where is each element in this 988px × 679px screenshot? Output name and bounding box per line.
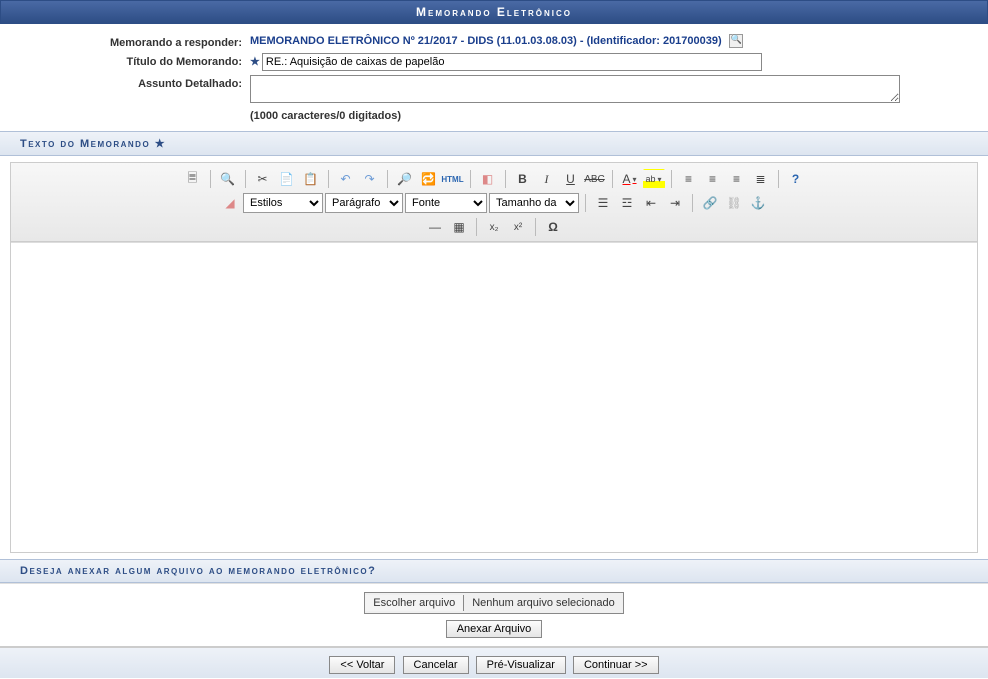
replace-icon[interactable]: 🔁 [418, 169, 440, 189]
section-anexar-label: Deseja anexar algum arquivo ao memorando… [20, 565, 376, 577]
label-responder: Memorando a responder: [20, 34, 250, 49]
numbered-list-icon[interactable]: ☲ [616, 193, 638, 213]
copy-icon[interactable]: 📄 [276, 169, 298, 189]
label-assunto: Assunto Detalhado: [20, 75, 250, 90]
page-title-bar: Memorando Eletrônico [0, 0, 988, 24]
styles-select[interactable]: Estilos [243, 193, 323, 213]
remove-format-icon[interactable]: ◧ [477, 169, 499, 189]
text-color-icon[interactable]: A [619, 169, 641, 189]
cancel-button[interactable]: Cancelar [403, 656, 469, 674]
special-char-icon[interactable]: Ω [542, 217, 564, 237]
row-assunto: Assunto Detalhado: (1000 caracteres/0 di… [20, 75, 968, 122]
titulo-input[interactable] [262, 53, 762, 71]
rich-text-editor: 🗏 🔍 ✂ 📄 📋 ↶ ↷ 🔎 🔁 HTML ◧ B I U ABC A ab [10, 162, 978, 553]
table-icon[interactable]: ▦ [448, 217, 470, 237]
toolbar-separator [245, 170, 246, 188]
outdent-icon[interactable]: ⇤ [640, 193, 662, 213]
value-assunto: (1000 caracteres/0 digitados) [250, 75, 968, 122]
preview-icon[interactable]: 🔍 [217, 169, 239, 189]
toolbar-separator [535, 218, 536, 236]
subscript-icon[interactable]: x₂ [483, 217, 505, 237]
superscript-icon[interactable]: x² [507, 217, 529, 237]
find-icon[interactable]: 🔎 [394, 169, 416, 189]
underline-icon[interactable]: U [560, 169, 582, 189]
redo-icon[interactable]: ↷ [359, 169, 381, 189]
char-counter: (1000 caracteres/0 digitados) [250, 110, 968, 122]
toolbar-separator [476, 218, 477, 236]
toolbar-separator [612, 170, 613, 188]
link-icon[interactable]: 🔗 [699, 193, 721, 213]
required-star-icon: ★ [250, 56, 260, 68]
footer-buttons: << Voltar Cancelar Pré-Visualizar Contin… [0, 647, 988, 678]
value-titulo: ★ [250, 53, 968, 71]
unlink-icon[interactable]: ⛓ [723, 193, 745, 213]
section-anexar: Deseja anexar algum arquivo ao memorando… [0, 559, 988, 583]
toolbar-row-1: 🗏 🔍 ✂ 📄 📋 ↶ ↷ 🔎 🔁 HTML ◧ B I U ABC A ab [13, 167, 975, 191]
indent-icon[interactable]: ⇥ [664, 193, 686, 213]
align-left-icon[interactable]: ≡ [678, 169, 700, 189]
attach-area: Escolher arquivo Nenhum arquivo selecion… [0, 583, 988, 647]
font-size-select[interactable]: Tamanho da F [489, 193, 579, 213]
italic-icon[interactable]: I [536, 169, 558, 189]
strike-icon[interactable]: ABC [584, 169, 606, 189]
toolbar-separator [328, 170, 329, 188]
view-memo-icon[interactable] [729, 34, 743, 48]
row-responder: Memorando a responder: MEMORANDO ELETRÔN… [20, 34, 968, 49]
align-center-icon[interactable]: ≡ [702, 169, 724, 189]
anchor-icon[interactable]: ⚓ [747, 193, 769, 213]
horizontal-rule-icon[interactable]: — [424, 217, 446, 237]
toolbar-row-3: — ▦ x₂ x² Ω [13, 215, 975, 239]
eraser-icon[interactable]: ◢ [219, 193, 241, 213]
bullet-list-icon[interactable]: ☰ [592, 193, 614, 213]
choose-file-button[interactable]: Escolher arquivo [365, 595, 464, 611]
toolbar-separator [671, 170, 672, 188]
align-right-icon[interactable]: ≡ [726, 169, 748, 189]
value-responder: MEMORANDO ELETRÔNICO Nº 21/2017 - DIDS (… [250, 34, 968, 48]
assunto-textarea[interactable] [250, 75, 900, 103]
toolbar-separator [470, 170, 471, 188]
bold-icon[interactable]: B [512, 169, 534, 189]
file-none-label: Nenhum arquivo selecionado [464, 595, 622, 611]
paste-icon[interactable]: 📋 [300, 169, 322, 189]
label-titulo: Título do Memorando: [20, 53, 250, 68]
file-input[interactable]: Escolher arquivo Nenhum arquivo selecion… [364, 592, 623, 614]
page-title: Memorando Eletrônico [416, 5, 572, 19]
html-button[interactable]: HTML [442, 169, 464, 189]
help-icon[interactable]: ? [785, 169, 807, 189]
editor-toolbar: 🗏 🔍 ✂ 📄 📋 ↶ ↷ 🔎 🔁 HTML ◧ B I U ABC A ab [11, 163, 977, 242]
font-select[interactable]: Fonte [405, 193, 487, 213]
source-icon[interactable]: 🗏 [182, 169, 204, 189]
align-justify-icon[interactable]: ≣ [750, 169, 772, 189]
editor-content-area[interactable] [11, 242, 977, 552]
back-button[interactable]: << Voltar [329, 656, 395, 674]
toolbar-separator [585, 194, 586, 212]
memo-reply-link[interactable]: MEMORANDO ELETRÔNICO Nº 21/2017 - DIDS (… [250, 35, 722, 47]
section-texto-memorando: Texto do Memorando ★ [0, 131, 988, 156]
toolbar-separator [210, 170, 211, 188]
toolbar-separator [778, 170, 779, 188]
preview-button[interactable]: Pré-Visualizar [476, 656, 566, 674]
attach-file-button[interactable]: Anexar Arquivo [446, 620, 543, 638]
toolbar-row-2: ◢ Estilos Parágrafo Fonte Tamanho da F ☰… [13, 191, 975, 215]
toolbar-separator [505, 170, 506, 188]
undo-icon[interactable]: ↶ [335, 169, 357, 189]
toolbar-separator [387, 170, 388, 188]
required-star-icon: ★ [155, 138, 166, 150]
format-select[interactable]: Parágrafo [325, 193, 403, 213]
continue-button[interactable]: Continuar >> [573, 656, 659, 674]
toolbar-separator [692, 194, 693, 212]
cut-icon[interactable]: ✂ [252, 169, 274, 189]
bg-color-icon[interactable]: ab [643, 169, 665, 189]
form-area: Memorando a responder: MEMORANDO ELETRÔN… [0, 24, 988, 131]
section-texto-label: Texto do Memorando [20, 138, 150, 150]
row-titulo: Título do Memorando: ★ [20, 53, 968, 71]
